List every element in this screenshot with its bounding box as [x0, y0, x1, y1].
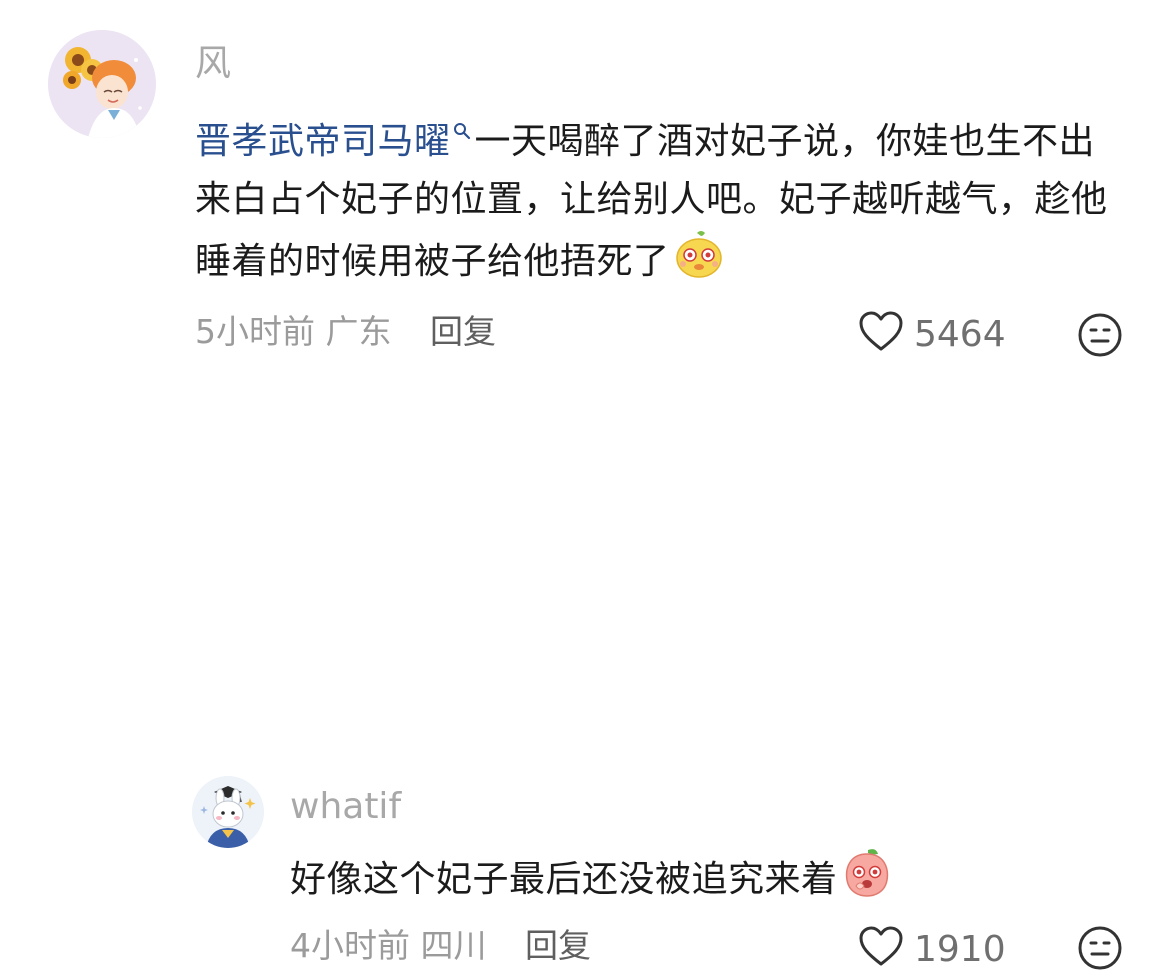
dizzy-chick-emoji-icon: [674, 229, 724, 297]
shocked-peach-emoji-icon: [842, 846, 892, 916]
comment-text: 晋孝武帝司马曜 一天喝醉了酒对妃子说，你娃也生不出来白占个妃子的位置，让给别人吧…: [195, 104, 1125, 297]
neutral-face-icon[interactable]: [1077, 925, 1123, 971]
like-button[interactable]: 5464: [858, 310, 1006, 359]
avatar[interactable]: [192, 776, 264, 848]
reply-button[interactable]: 回复: [525, 926, 591, 965]
comment-meta: 5小时前 广东 回复: [195, 315, 496, 348]
like-count: 5464: [914, 313, 1006, 355]
reply-item: whatif 好像这个妃子最后还没被追究来着 4小时前 四川 回复 1910: [0, 380, 1170, 970]
comment-text: 好像这个妃子最后还没被追究来着: [290, 846, 1050, 916]
comment-meta: 4小时前 四川 回复: [290, 929, 591, 962]
timestamp: 4小时前: [290, 926, 410, 965]
location: 广东: [325, 312, 392, 351]
neutral-face-icon[interactable]: [1077, 312, 1123, 358]
comment-body: 好像这个妃子最后还没被追究来着: [290, 859, 838, 900]
timestamp: 5小时前: [195, 312, 315, 351]
avatar[interactable]: [48, 30, 156, 138]
mention-link[interactable]: 晋孝武帝司马曜: [195, 121, 475, 162]
username[interactable]: whatif: [290, 789, 401, 825]
heart-outline-icon: [858, 925, 904, 974]
search-icon: [453, 104, 471, 162]
heart-outline-icon: [858, 310, 904, 359]
reply-button[interactable]: 回复: [430, 312, 496, 351]
like-button[interactable]: 1910: [858, 925, 1004, 974]
username[interactable]: 风: [195, 46, 231, 82]
comment-item: 风 晋孝武帝司马曜 一天喝醉了酒对妃子说，你娃也生不出来白占个妃子的位置，让给别…: [0, 0, 1170, 380]
mention-text[interactable]: 晋孝武帝司马曜: [195, 121, 451, 162]
like-count: 1910: [914, 931, 1004, 968]
location: 四川: [420, 926, 487, 965]
